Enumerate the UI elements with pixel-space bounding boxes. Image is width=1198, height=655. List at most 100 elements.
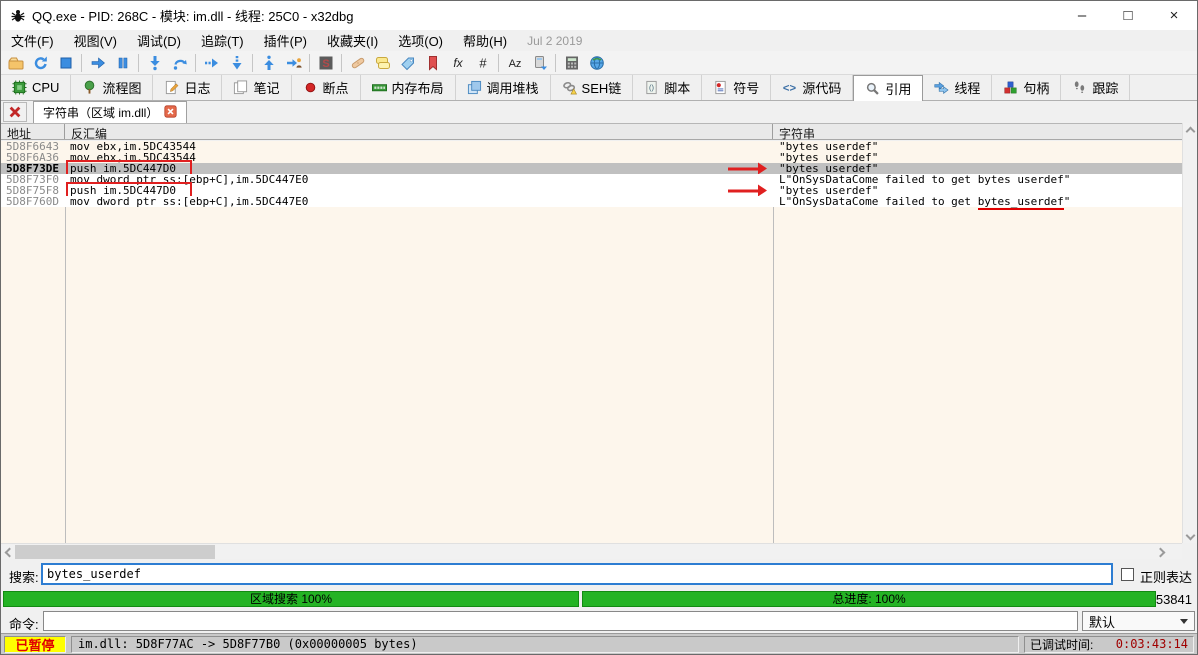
tab-日志[interactable]: 日志: [153, 75, 222, 100]
tab-引用[interactable]: 引用: [853, 75, 923, 101]
scroll-right-icon[interactable]: [1156, 548, 1164, 556]
tab-label: 脚本: [664, 78, 690, 97]
close-button[interactable]: ×: [1151, 1, 1197, 30]
column-header-address[interactable]: 地址: [1, 124, 65, 139]
trace-over-icon[interactable]: [224, 52, 249, 74]
hash-icon[interactable]: #: [470, 52, 495, 74]
column-header-string[interactable]: 字符串: [773, 124, 1182, 139]
toolbar-separator: [555, 54, 556, 72]
tab-句柄[interactable]: 句柄: [992, 75, 1061, 100]
horizontal-scroll-thumb[interactable]: [15, 545, 215, 559]
restart-icon[interactable]: [28, 52, 53, 74]
references-table[interactable]: 5D8F6643mov ebx,im.5DC43544"bytes_userde…: [1, 141, 1182, 543]
run-to-user-icon[interactable]: [281, 52, 306, 74]
menu-item[interactable]: 帮助(H): [453, 29, 517, 52]
patch-icon[interactable]: [345, 52, 370, 74]
menu-item[interactable]: 文件(F): [1, 29, 64, 52]
status-message: im.dll: 5D8F77AC -> 5D8F77B0 (0x00000005…: [71, 636, 1019, 653]
stop-icon[interactable]: [53, 52, 78, 74]
tab-笔记[interactable]: 笔记: [222, 75, 291, 100]
tab-源代码[interactable]: <>源代码: [771, 75, 853, 100]
threads-icon: [934, 80, 949, 95]
bookmark-icon[interactable]: [420, 52, 445, 74]
tab-CPU[interactable]: CPU: [1, 75, 71, 100]
globe-icon[interactable]: [584, 52, 609, 74]
svg-text:S: S: [322, 58, 329, 70]
seh-chain-icon: [562, 80, 577, 95]
tab-label: SEH链: [582, 78, 622, 97]
tab-bar: CPU 流程图日志笔记 断点内存布局调用堆栈 SEH链 () 脚本 符号 <>源代码引用 线程句…: [1, 75, 1197, 101]
tab-流程图[interactable]: 流程图: [71, 75, 153, 100]
command-row: 命令: 默认: [1, 609, 1197, 633]
step-out-icon[interactable]: [256, 52, 281, 74]
search-label: 搜索:: [9, 567, 39, 586]
comment-icon[interactable]: [370, 52, 395, 74]
run-icon[interactable]: [85, 52, 110, 74]
menu-bar: 文件(F)视图(V)调试(D)追踪(T)插件(P)收藏夹(I)选项(O)帮助(H…: [1, 30, 1197, 51]
open-folder-icon[interactable]: [3, 52, 28, 74]
function-icon[interactable]: fx: [445, 52, 470, 74]
menu-item[interactable]: 插件(P): [254, 29, 317, 52]
menu-item[interactable]: 追踪(T): [191, 29, 254, 52]
subtab-close-icon[interactable]: [164, 105, 177, 121]
close-all-references-button[interactable]: [3, 102, 27, 122]
minimize-button[interactable]: –: [1059, 1, 1105, 30]
trace-into-icon[interactable]: [199, 52, 224, 74]
scroll-left-icon[interactable]: [5, 548, 13, 556]
menu-item[interactable]: 收藏夹(I): [317, 29, 388, 52]
title-bar[interactable]: QQ.exe - PID: 268C - 模块: im.dll - 线程: 25…: [1, 1, 1197, 30]
tab-label: 流程图: [102, 78, 141, 97]
maximize-button[interactable]: □: [1105, 1, 1151, 30]
step-over-icon[interactable]: [167, 52, 192, 74]
disassembly-cell: mov dword ptr ss:[ebp+C],im.5DC447E0: [65, 196, 773, 207]
tab-脚本[interactable]: () 脚本: [633, 75, 702, 100]
pause-icon[interactable]: [110, 52, 135, 74]
vertical-scrollbar[interactable]: [1182, 123, 1197, 543]
svg-text:Aᴢ: Aᴢ: [508, 58, 521, 70]
tab-符号[interactable]: 符号: [702, 75, 771, 100]
command-input[interactable]: [43, 611, 1078, 631]
graph-icon: [82, 80, 97, 95]
label-icon[interactable]: [395, 52, 420, 74]
command-profile-select[interactable]: 默认: [1082, 611, 1195, 631]
tab-线程[interactable]: 线程: [923, 75, 992, 100]
chevron-down-icon: [1180, 619, 1188, 624]
tab-label: 跟踪: [1092, 78, 1118, 97]
horizontal-scrollbar[interactable]: [1, 543, 1182, 559]
window-switch-icon[interactable]: [527, 52, 552, 74]
menu-item[interactable]: 选项(O): [388, 29, 453, 52]
menu-item[interactable]: 调试(D): [127, 29, 191, 52]
tab-调用堆栈[interactable]: 调用堆栈: [456, 75, 551, 100]
search-input[interactable]: [41, 563, 1113, 585]
tab-跟踪[interactable]: 跟踪: [1061, 75, 1130, 100]
strings-icon[interactable]: Aᴢ: [502, 52, 527, 74]
disassembly-text: mov dword ptr ss:[ebp+C],im.5DC447E0: [70, 195, 308, 208]
scroll-up-icon[interactable]: [1186, 127, 1194, 135]
memory-map-icon: [372, 80, 387, 95]
tab-label: 线程: [954, 78, 980, 97]
references-icon: [865, 81, 880, 96]
total-progressbar: 总进度: 100%: [582, 591, 1156, 607]
source-icon: <>: [782, 80, 797, 95]
debug-time-panel: 已调试时间: 0:03:43:14: [1024, 636, 1194, 653]
step-into-icon[interactable]: [142, 52, 167, 74]
column-header-disassembly[interactable]: 反汇编: [65, 124, 773, 139]
menu-item[interactable]: 视图(V): [64, 29, 127, 52]
call-stack-icon: [467, 80, 482, 95]
regex-checkbox[interactable]: [1121, 568, 1134, 581]
profile-value: 默认: [1089, 612, 1115, 631]
tab-断点[interactable]: 断点: [292, 75, 361, 100]
tab-label: 符号: [733, 78, 759, 97]
tab-label: 断点: [323, 78, 349, 97]
subtab-strings-region[interactable]: 字符串（区域 im.dll）: [33, 101, 187, 123]
toolbar-separator: [498, 54, 499, 72]
calculator-icon[interactable]: [559, 52, 584, 74]
tab-内存布局[interactable]: 内存布局: [361, 75, 456, 100]
subtab-label: 字符串（区域 im.dll）: [43, 104, 158, 121]
command-label: 命令:: [9, 614, 39, 633]
table-row[interactable]: 5D8F760Dmov dword ptr ss:[ebp+C],im.5DC4…: [1, 196, 1182, 207]
tab-SEH链[interactable]: SEH链: [551, 75, 634, 100]
svg-text:(): (): [649, 83, 654, 92]
scroll-down-icon[interactable]: [1186, 531, 1194, 539]
seh-icon[interactable]: S: [313, 52, 338, 74]
